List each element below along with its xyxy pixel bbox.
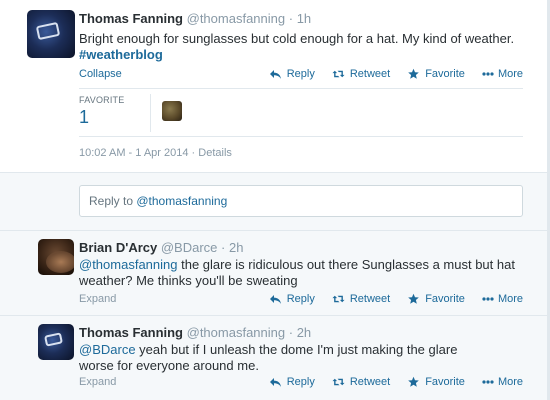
tweet-time[interactable]: 2h <box>297 325 311 340</box>
stat-separator <box>150 94 151 132</box>
avatar-image <box>35 21 61 41</box>
reply-tweet-2[interactable]: Thomas Fanning @thomasfanning · 2h @BDar… <box>0 316 550 400</box>
favorite-label: Favorite <box>425 376 465 388</box>
favorite-icon <box>408 376 419 387</box>
more-button[interactable]: More <box>482 376 523 388</box>
tweet-text: @thomasfanning the glare is ridiculous o… <box>79 257 519 289</box>
separator-dot: · <box>191 147 196 159</box>
tweet-text: Bright enough for sunglasses but cold en… <box>79 31 539 63</box>
avatar[interactable] <box>38 324 74 360</box>
reply-username: @thomasfanning <box>136 194 228 208</box>
more-icon <box>482 72 494 76</box>
reply-input[interactable]: Reply to @thomasfanning <box>79 185 523 217</box>
fullname[interactable]: Brian D'Arcy <box>79 240 157 255</box>
avatar-image <box>46 251 74 273</box>
separator-dot: · <box>288 325 294 340</box>
reply-tweet-1[interactable]: Brian D'Arcy @BDarce · 2h @thomasfanning… <box>0 231 550 315</box>
tweet-actions: Reply Retweet Favorite More <box>252 376 523 388</box>
retweet-icon <box>332 70 345 78</box>
reply-placeholder: Reply to @thomasfanning <box>89 194 227 208</box>
more-label: More <box>497 376 523 388</box>
more-icon <box>482 380 494 384</box>
separator-dot: · <box>221 240 226 255</box>
tweet-actions: Reply Retweet Favorite More <box>252 68 523 80</box>
tweet-text: @BDarce yeah but if I unleash the dome I… <box>79 342 489 374</box>
tweet-timestamp: 10:02 AM - 1 Apr 2014 · Details <box>79 147 232 159</box>
mention-link[interactable]: @BDarce <box>79 342 136 357</box>
favorite-button[interactable]: Favorite <box>407 376 465 388</box>
separator-dot: · <box>288 11 294 26</box>
reply-icon <box>269 295 281 304</box>
tweet-header: Thomas Fanning @thomasfanning · 2h <box>79 325 311 340</box>
tweet-text-body: Bright enough for sunglasses but cold en… <box>79 31 515 46</box>
favorite-button[interactable]: Favorite <box>407 293 465 305</box>
favorite-icon <box>408 68 419 79</box>
fullname[interactable]: Thomas Fanning <box>79 11 183 26</box>
reply-label: Reply <box>286 293 315 305</box>
favorite-button[interactable]: Favorite <box>407 68 465 80</box>
retweet-label: Retweet <box>349 376 391 388</box>
mention-link[interactable]: @thomasfanning <box>79 257 177 272</box>
retweet-button[interactable]: Retweet <box>332 376 390 388</box>
expand-link[interactable]: Expand <box>79 376 116 388</box>
reply-label: Reply <box>286 376 315 388</box>
favorite-stat-label: FAVORITE <box>79 95 125 105</box>
username[interactable]: @thomasfanning <box>187 11 285 26</box>
tweet-stats: FAVORITE 1 <box>79 94 519 132</box>
hashtag-link[interactable]: #weatherblog <box>79 47 163 62</box>
fullname[interactable]: Thomas Fanning <box>79 325 183 340</box>
reply-label: Reply <box>286 68 315 80</box>
tweet-time[interactable]: 2h <box>229 240 243 255</box>
more-button[interactable]: More <box>482 68 523 80</box>
favorite-stat-count[interactable]: 1 <box>79 107 89 128</box>
favorite-icon <box>408 293 419 304</box>
favoriter-avatar[interactable] <box>162 101 182 121</box>
reply-button[interactable]: Reply <box>269 68 315 80</box>
details-link[interactable]: Details <box>198 147 232 159</box>
tweet-header: Thomas Fanning @thomasfanning · 1h <box>79 11 311 26</box>
stats-divider-bottom <box>79 136 523 137</box>
retweet-icon <box>332 378 345 386</box>
tweet-header: Brian D'Arcy @BDarce · 2h <box>79 240 243 255</box>
more-icon <box>482 297 494 301</box>
reply-button[interactable]: Reply <box>269 376 315 388</box>
reply-icon <box>269 378 281 387</box>
retweet-label: Retweet <box>349 293 391 305</box>
reply-button[interactable]: Reply <box>269 293 315 305</box>
reply-prefix: Reply to <box>89 194 137 208</box>
tweet-actions: Reply Retweet Favorite More <box>252 293 523 305</box>
tweet-text-body: yeah but if I unleash the dome I'm just … <box>79 342 458 373</box>
username[interactable]: @thomasfanning <box>187 325 285 340</box>
tweet-time[interactable]: 1h <box>297 11 311 26</box>
main-tweet: Thomas Fanning @thomasfanning · 1h Brigh… <box>0 0 550 173</box>
avatar[interactable] <box>27 10 75 58</box>
timestamp-text: 10:02 AM - 1 Apr 2014 <box>79 147 189 159</box>
more-label: More <box>497 293 523 305</box>
retweet-label: Retweet <box>349 68 391 80</box>
retweet-icon <box>332 295 345 303</box>
more-button[interactable]: More <box>482 293 523 305</box>
stats-divider-top <box>79 88 523 89</box>
avatar-image <box>44 332 63 347</box>
reply-icon <box>269 70 281 79</box>
more-label: More <box>497 68 523 80</box>
username[interactable]: @BDarce <box>161 240 218 255</box>
retweet-button[interactable]: Retweet <box>332 68 390 80</box>
expand-link[interactable]: Expand <box>79 293 116 305</box>
avatar[interactable] <box>38 239 74 275</box>
retweet-button[interactable]: Retweet <box>332 293 390 305</box>
collapse-link[interactable]: Collapse <box>79 68 122 80</box>
favorite-label: Favorite <box>425 293 465 305</box>
favorite-label: Favorite <box>425 68 465 80</box>
